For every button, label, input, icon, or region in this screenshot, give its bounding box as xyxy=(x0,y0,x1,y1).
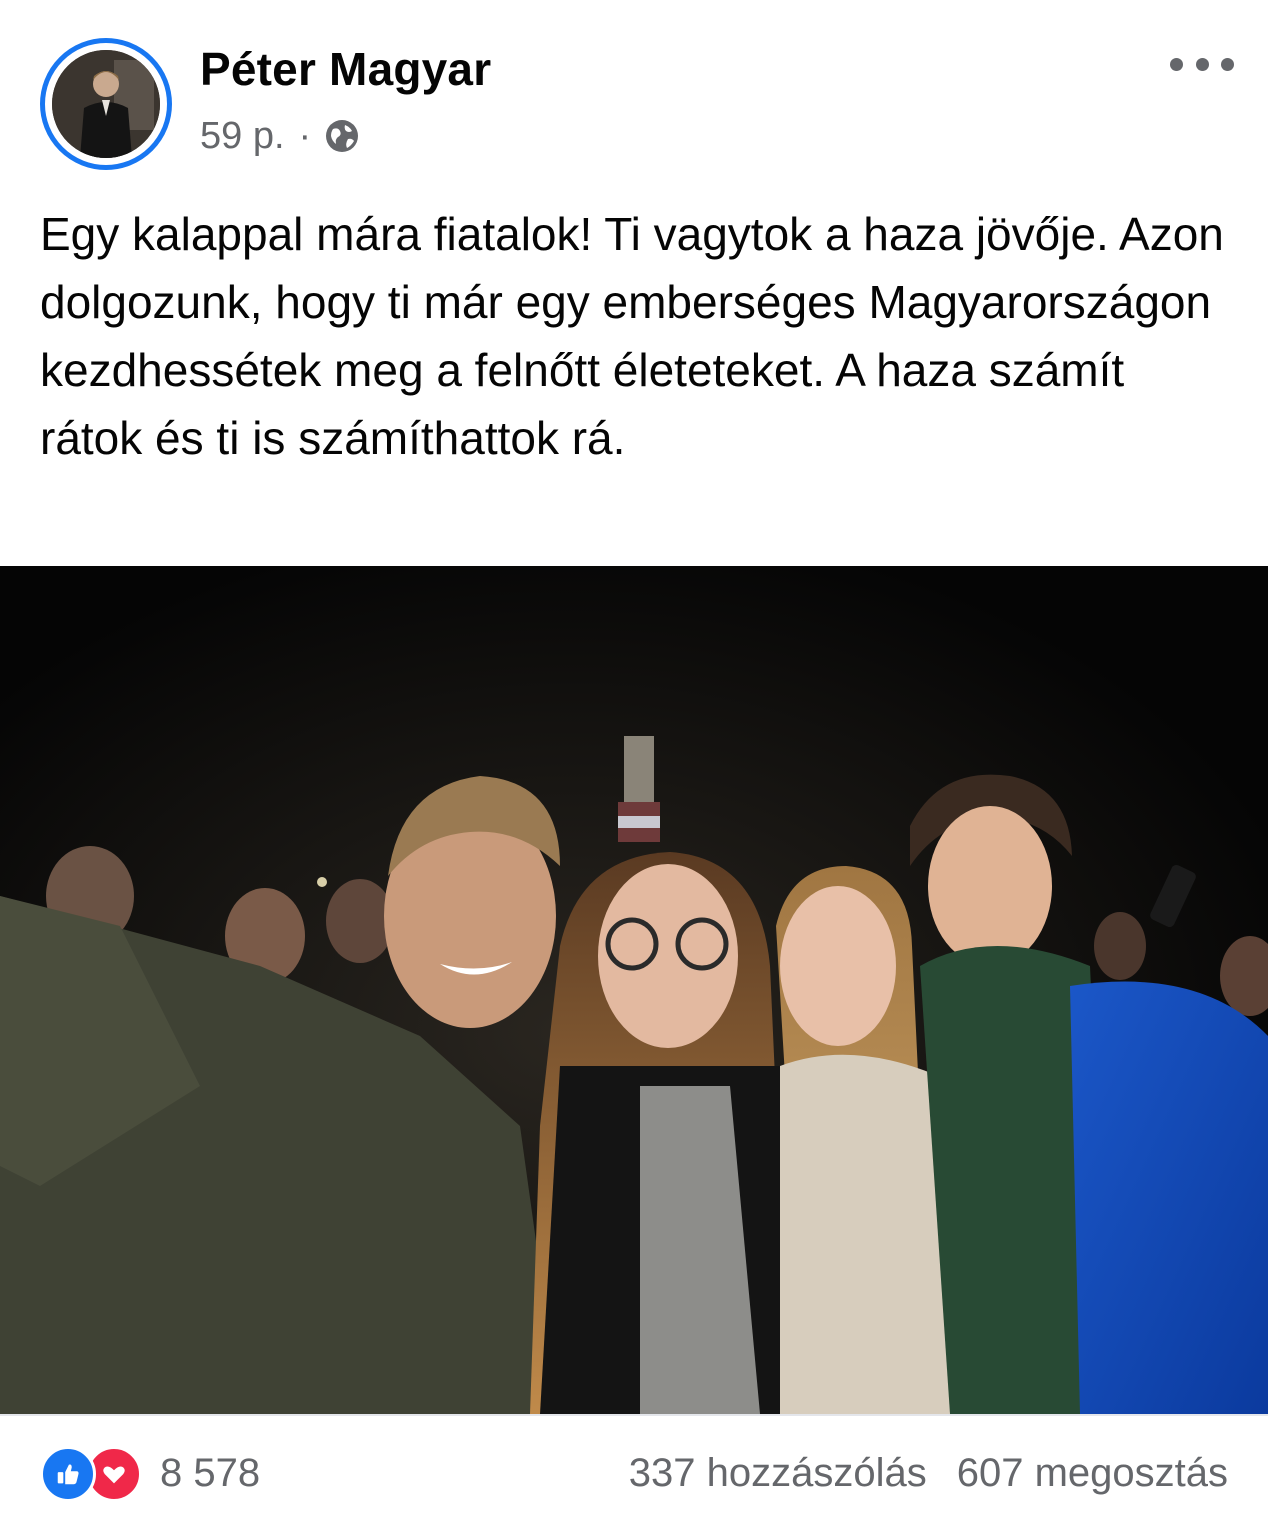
post-meta: 59 p. · xyxy=(200,112,361,160)
post-time[interactable]: 59 p. xyxy=(200,115,285,158)
shares-count-link[interactable]: 607 megosztás xyxy=(957,1451,1228,1496)
facebook-post: Péter Magyar 59 p. · Egy kalappal mára f… xyxy=(0,0,1268,1536)
meta-separator: · xyxy=(298,114,312,157)
reaction-count: 8 578 xyxy=(160,1450,261,1495)
post-text: Egy kalappal mára fiatalok! Ti vagytok a… xyxy=(40,208,1224,464)
author-avatar[interactable] xyxy=(40,38,172,170)
footer-divider xyxy=(0,1414,1268,1416)
more-options-button[interactable] xyxy=(1170,46,1234,82)
post-photo[interactable] xyxy=(0,566,1268,1414)
comments-count-link[interactable]: 337 hozzászólás xyxy=(629,1451,927,1496)
like-icon xyxy=(40,1446,96,1502)
post-stats: 337 hozzászólás 607 megosztás xyxy=(629,1445,1228,1501)
more-dot-icon xyxy=(1170,57,1183,71)
globe-icon xyxy=(323,117,361,155)
reaction-icons xyxy=(40,1446,146,1502)
more-dot-icon xyxy=(1221,57,1234,71)
reactions-summary[interactable]: 8 578 xyxy=(40,1445,261,1502)
more-dot-icon xyxy=(1195,57,1209,71)
author-name[interactable]: Péter Magyar xyxy=(200,42,491,96)
avatar-photo xyxy=(52,50,160,158)
